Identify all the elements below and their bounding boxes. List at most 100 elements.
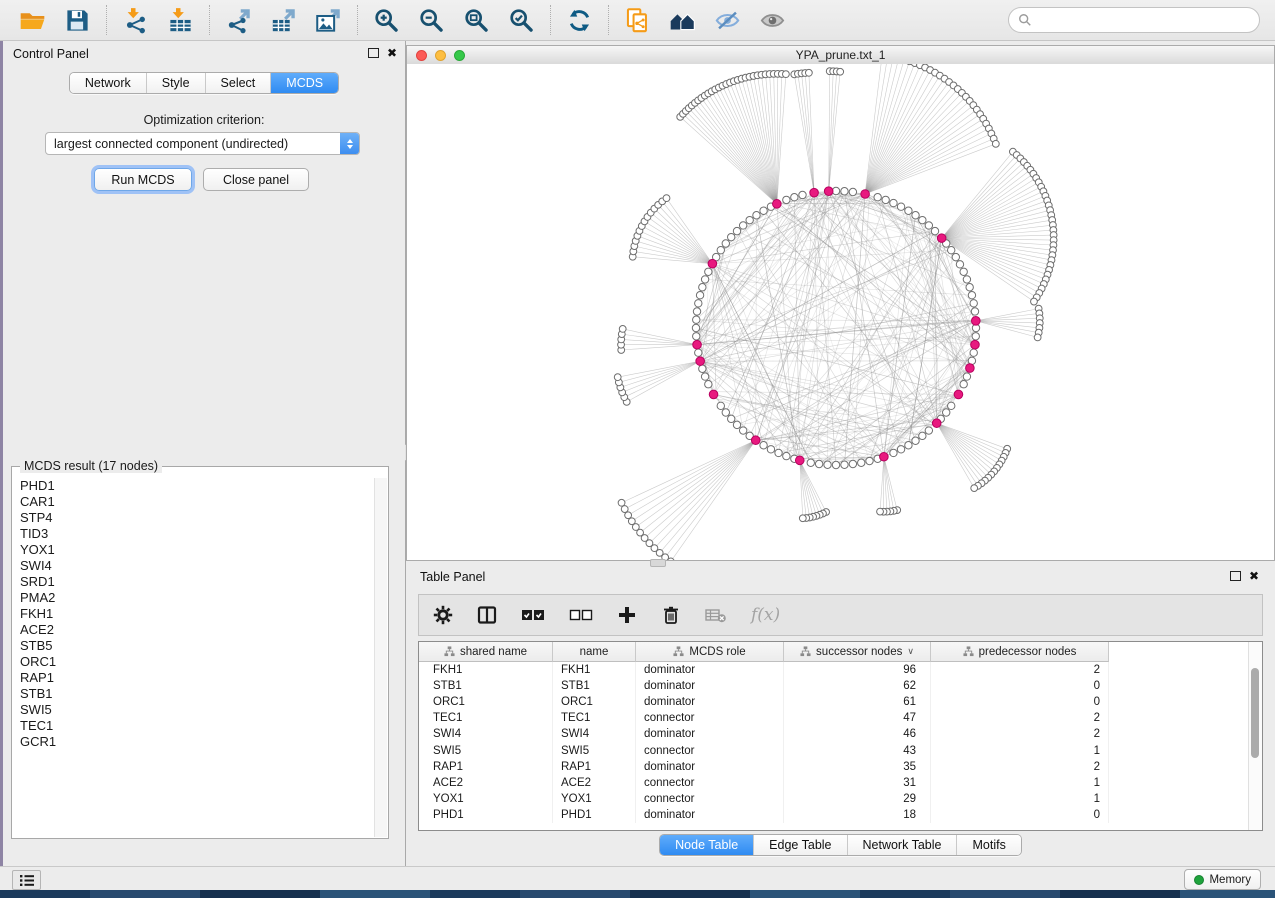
table-scrollbar[interactable] [1248, 642, 1262, 830]
cell[interactable]: TEC1 [419, 710, 553, 726]
cell[interactable]: dominator [636, 678, 784, 694]
mcds-result-item[interactable]: PMA2 [20, 590, 374, 606]
tab-select[interactable]: Select [205, 73, 271, 93]
cell[interactable]: STB1 [419, 678, 553, 694]
sort-arrow-icon[interactable]: ∨ [907, 646, 914, 657]
column-header-shared-name[interactable]: shared name [419, 642, 553, 662]
cell[interactable]: 62 [784, 678, 931, 694]
zoom-fit-button[interactable] [461, 5, 492, 36]
criterion-dropdown[interactable]: largest connected component (undirected) [45, 132, 360, 155]
clone-network-button[interactable] [622, 5, 653, 36]
cell[interactable]: dominator [636, 662, 784, 678]
cell[interactable]: STB1 [553, 678, 636, 694]
mcds-result-item[interactable]: STP4 [20, 510, 374, 526]
column-header-MCDS-role[interactable]: MCDS role [636, 642, 784, 662]
cell[interactable]: 61 [784, 694, 931, 710]
function-builder-icon[interactable]: f(x) [751, 605, 780, 625]
table-row[interactable]: FKH1FKH1dominator962 [419, 662, 1249, 678]
mcds-result-item[interactable]: STB1 [20, 686, 374, 702]
mcds-result-item[interactable]: ACE2 [20, 622, 374, 638]
memory-button[interactable]: Memory [1184, 869, 1261, 890]
cell[interactable]: 1 [931, 775, 1109, 791]
delete-table-icon[interactable] [705, 604, 727, 626]
cell[interactable]: dominator [636, 726, 784, 742]
cell[interactable]: TEC1 [553, 710, 636, 726]
cell[interactable]: connector [636, 791, 784, 807]
save-session-button[interactable] [62, 5, 93, 36]
network-canvas[interactable] [407, 64, 1274, 560]
float-panel-icon[interactable] [1230, 571, 1241, 581]
cell[interactable]: 2 [931, 710, 1109, 726]
table-row[interactable]: PHD1PHD1dominator180 [419, 807, 1249, 823]
cell[interactable]: 2 [931, 662, 1109, 678]
mcds-result-item[interactable]: RAP1 [20, 670, 374, 686]
cell[interactable]: YOX1 [553, 791, 636, 807]
network-titlebar[interactable]: YPA_prune.txt_1 [407, 46, 1274, 65]
show-all-button[interactable] [757, 5, 788, 36]
table-row[interactable]: YOX1YOX1connector291 [419, 791, 1249, 807]
table-row[interactable]: SWI4SWI4dominator462 [419, 726, 1249, 742]
cell[interactable]: 1 [931, 742, 1109, 758]
cell[interactable]: YOX1 [419, 791, 553, 807]
zoom-out-button[interactable] [416, 5, 447, 36]
float-panel-icon[interactable] [368, 48, 379, 58]
cell[interactable]: 46 [784, 726, 931, 742]
export-image-button[interactable] [313, 5, 344, 36]
cell[interactable]: 2 [931, 759, 1109, 775]
cell[interactable]: ACE2 [419, 775, 553, 791]
scrollbar-thumb[interactable] [1251, 668, 1259, 758]
column-header-successor-nodes[interactable]: successor nodes∨ [784, 642, 931, 662]
search-input[interactable] [1037, 12, 1259, 28]
table-row[interactable]: STB1STB1dominator620 [419, 678, 1249, 694]
export-network-button[interactable] [223, 5, 254, 36]
cell[interactable]: 96 [784, 662, 931, 678]
mcds-result-item[interactable]: STB5 [20, 638, 374, 654]
mcds-result-item[interactable]: ORC1 [20, 654, 374, 670]
mcds-result-item[interactable]: PHD1 [20, 478, 374, 494]
cell[interactable]: RAP1 [419, 759, 553, 775]
cell[interactable]: 35 [784, 759, 931, 775]
zoom-selected-button[interactable] [506, 5, 537, 36]
close-panel-icon[interactable]: ✖ [1249, 571, 1259, 581]
tab-network[interactable]: Network [70, 73, 146, 93]
close-panel-button[interactable]: Close panel [203, 168, 309, 191]
apply-layout-button[interactable] [564, 5, 595, 36]
mcds-result-item[interactable]: YOX1 [20, 542, 374, 558]
column-header-predecessor-nodes[interactable]: predecessor nodes [931, 642, 1109, 662]
cell[interactable]: dominator [636, 694, 784, 710]
mcds-list-scrollbar[interactable] [374, 478, 387, 837]
delete-rows-icon[interactable] [661, 604, 681, 626]
settings-gear-icon[interactable] [433, 604, 453, 626]
tab-node-table[interactable]: Node Table [660, 835, 753, 855]
cell[interactable]: 47 [784, 710, 931, 726]
table-row[interactable]: TEC1TEC1connector472 [419, 710, 1249, 726]
tab-edge-table[interactable]: Edge Table [753, 835, 846, 855]
cell[interactable]: SWI4 [553, 726, 636, 742]
show-columns-icon[interactable] [477, 604, 497, 626]
mcds-result-item[interactable]: GCR1 [20, 734, 374, 750]
tab-motifs[interactable]: Motifs [956, 835, 1020, 855]
mcds-result-item[interactable]: TEC1 [20, 718, 374, 734]
clear-checks-icon[interactable] [569, 604, 593, 626]
cell[interactable]: SWI5 [553, 742, 636, 758]
add-row-icon[interactable] [617, 604, 637, 626]
tab-style[interactable]: Style [146, 73, 205, 93]
import-table-button[interactable] [165, 5, 196, 36]
cell[interactable]: connector [636, 775, 784, 791]
table-row[interactable]: ACE2ACE2connector311 [419, 775, 1249, 791]
cell[interactable]: PHD1 [553, 807, 636, 823]
cell[interactable]: ORC1 [553, 694, 636, 710]
mcds-result-item[interactable]: SWI4 [20, 558, 374, 574]
first-neighbors-button[interactable] [667, 5, 698, 36]
zoom-in-button[interactable] [371, 5, 402, 36]
mcds-result-item[interactable]: TID3 [20, 526, 374, 542]
cell[interactable]: 0 [931, 678, 1109, 694]
table-row[interactable]: RAP1RAP1dominator352 [419, 759, 1249, 775]
table-row[interactable]: ORC1ORC1dominator610 [419, 694, 1249, 710]
mcds-result-item[interactable]: SWI5 [20, 702, 374, 718]
open-session-button[interactable] [17, 5, 48, 36]
cell[interactable]: 0 [931, 807, 1109, 823]
cell[interactable]: 43 [784, 742, 931, 758]
cell[interactable]: 18 [784, 807, 931, 823]
task-history-button[interactable] [12, 870, 41, 890]
